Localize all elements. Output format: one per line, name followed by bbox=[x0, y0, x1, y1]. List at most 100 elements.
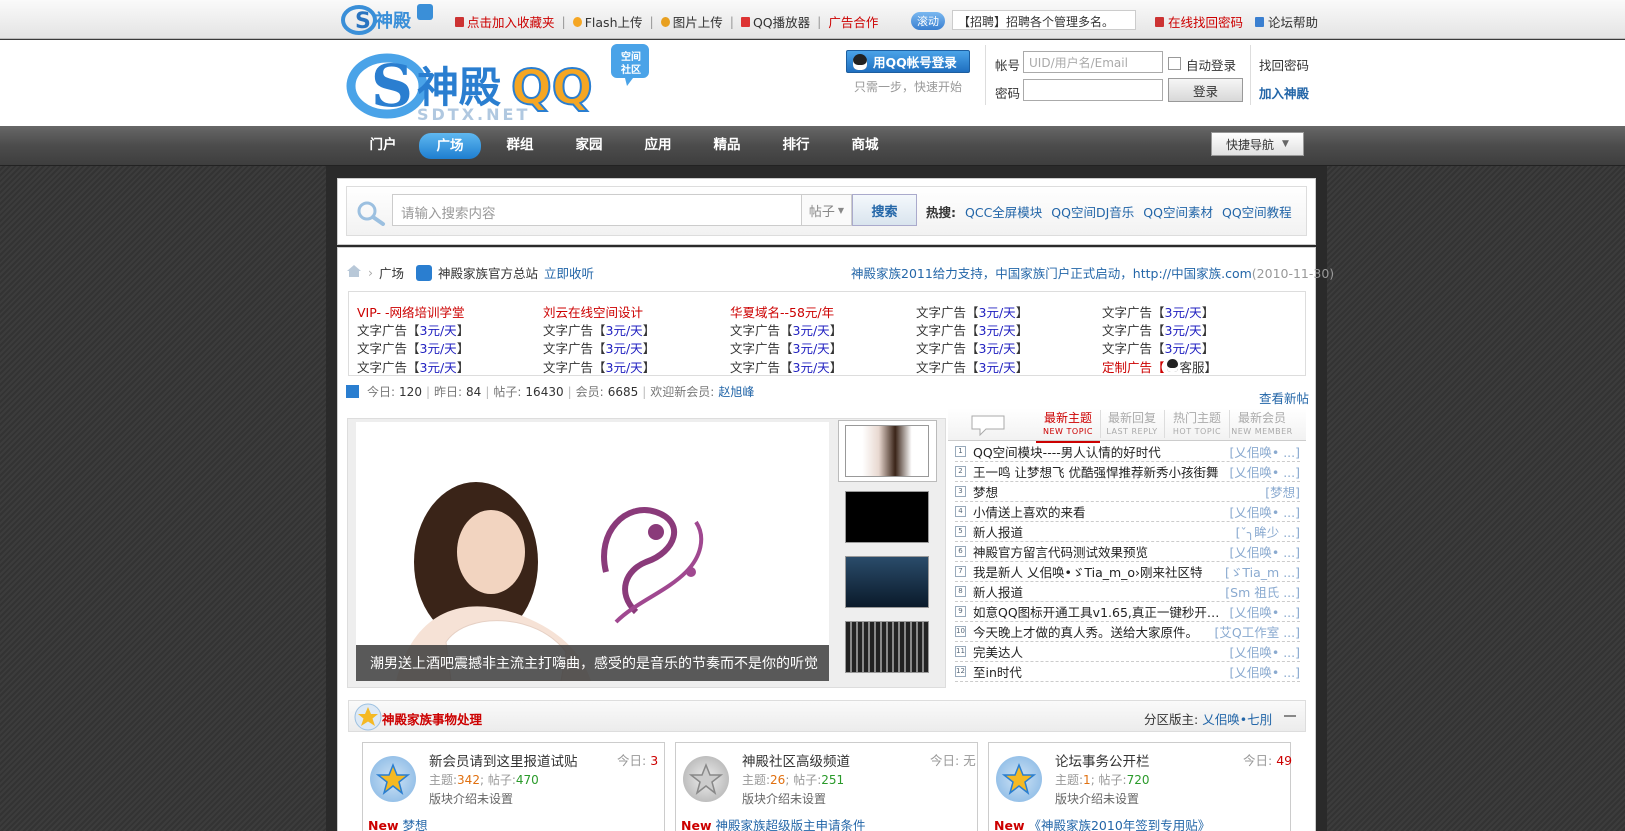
nav-item-square[interactable]: 广场 bbox=[419, 133, 481, 159]
hot-word[interactable]: QQ空间素材 bbox=[1143, 202, 1213, 221]
text-ad-link[interactable]: 文字广告【3元/天】 bbox=[730, 338, 842, 357]
text-ad-link[interactable]: 文字广告【3元/天】 bbox=[1102, 302, 1214, 321]
topic-row[interactable]: 3 梦想 [梦想] bbox=[955, 482, 1300, 502]
login-button[interactable]: 登录 bbox=[1168, 78, 1243, 102]
home-icon[interactable] bbox=[346, 264, 362, 281]
search-input[interactable]: 请输入搜索内容 bbox=[392, 194, 802, 226]
topic-row[interactable]: 4 小倩送上喜欢的来看 [乂佀唤• ...] bbox=[955, 502, 1300, 522]
view-new-posts-link[interactable]: 查看新帖 bbox=[1259, 388, 1309, 407]
text-ad-link[interactable]: 文字广告【3元/天】 bbox=[357, 357, 469, 376]
text-ad-link[interactable]: 文字广告【3元/天】 bbox=[357, 338, 469, 357]
text-ad-link[interactable]: 文字广告【3元/天】 bbox=[543, 320, 655, 339]
topic-row[interactable]: 7 我是新人 乂佀唤•ゞTia_m_o›刚来社区特 [ゞTia_m ...] bbox=[955, 562, 1300, 582]
topic-tab[interactable]: 最新主题 NEW TOPIC bbox=[1036, 412, 1100, 443]
text-ad-link[interactable]: 文字广告【3元/天】 bbox=[1102, 320, 1214, 339]
topic-author[interactable]: [梦想] bbox=[1265, 482, 1300, 501]
collect-link[interactable]: 立即收听 bbox=[544, 263, 594, 282]
nav-item-featured[interactable]: 精品 bbox=[697, 126, 757, 164]
forum-name[interactable]: 论坛事务公开栏 bbox=[1055, 750, 1150, 770]
nav-item-groups[interactable]: 群组 bbox=[490, 126, 550, 164]
hot-word[interactable]: QCC全屏模块 bbox=[965, 202, 1042, 221]
topic-author[interactable]: [乂佀唤• ...] bbox=[1229, 542, 1300, 561]
slide-thumb[interactable] bbox=[845, 425, 929, 477]
text-ad-link[interactable]: 文字广告【3元/天】 bbox=[1102, 338, 1214, 357]
forum-icon[interactable] bbox=[683, 756, 729, 802]
topic-title[interactable]: QQ空间模块----男人认情的好时代 bbox=[973, 442, 1223, 461]
topic-author[interactable]: [乂佀唤• ...] bbox=[1229, 502, 1300, 521]
topic-title[interactable]: 新人报道 bbox=[973, 582, 1219, 601]
topic-title[interactable]: 今天晚上才做的真人秀。送给大家原件。 bbox=[973, 622, 1209, 641]
slide-thumb[interactable] bbox=[845, 621, 929, 673]
password-input[interactable] bbox=[1023, 79, 1163, 101]
quick-nav-button[interactable]: 快捷导航 ▼ bbox=[1211, 132, 1304, 156]
text-ad-link[interactable]: 文字广告【3元/天】 bbox=[357, 320, 469, 339]
slide-thumb[interactable] bbox=[845, 491, 929, 543]
site-logo[interactable]: S 神殿 QQ SDTX.NET 空间 社区 bbox=[345, 40, 665, 124]
slide-image[interactable] bbox=[356, 422, 829, 681]
hot-word[interactable]: QQ空间DJ音乐 bbox=[1051, 202, 1134, 221]
topic-author[interactable]: [乂佀唤• ...] bbox=[1229, 462, 1300, 481]
search-button[interactable]: 搜索 bbox=[852, 194, 917, 226]
forum-last-post[interactable]: New 神殿家族超级版主申请条件 bbox=[681, 815, 866, 831]
small-logo[interactable]: S 神殿 bbox=[341, 2, 441, 36]
topic-row[interactable]: 6 神殿官方留言代码测试效果预览 [乂佀唤• ...] bbox=[955, 542, 1300, 562]
newest-member-link[interactable]: 赵旭峰 bbox=[718, 383, 754, 400]
hot-word[interactable]: QQ空间教程 bbox=[1222, 202, 1292, 221]
text-ad-link[interactable]: 文字广告【3元/天】 bbox=[543, 357, 655, 376]
topic-row[interactable]: 12 至in时代 [乂佀唤• ...] bbox=[955, 662, 1300, 682]
topic-author[interactable]: [乂佀唤• ...] bbox=[1229, 662, 1300, 681]
topic-row[interactable]: 11 完美达人 [乂佀唤• ...] bbox=[955, 642, 1300, 662]
topic-tab[interactable]: 最新回复 LAST REPLY bbox=[1100, 412, 1164, 438]
text-ad-link[interactable]: 文字广告【3元/天】 bbox=[916, 357, 1028, 376]
topic-title[interactable]: 小倩送上喜欢的来看 bbox=[973, 502, 1223, 521]
ad-link[interactable]: 华夏域名--58元/年 bbox=[730, 302, 834, 321]
nav-item-mall[interactable]: 商城 bbox=[835, 126, 895, 164]
custom-ad-link[interactable]: 定制广告【 客服】 bbox=[1102, 357, 1217, 376]
forum-help-link[interactable]: 论坛帮助 bbox=[1255, 12, 1318, 31]
topic-author[interactable]: [乂佀唤• ...] bbox=[1229, 602, 1300, 621]
topic-title[interactable]: 神殿官方留言代码测试效果预览 bbox=[973, 542, 1223, 561]
text-ad-link[interactable]: 文字广告【3元/天】 bbox=[730, 320, 842, 339]
minus-icon[interactable] bbox=[1284, 715, 1296, 717]
topic-row[interactable]: 10 今天晚上才做的真人秀。送给大家原件。 [艾Q工作室 ...] bbox=[955, 622, 1300, 642]
topic-tab[interactable]: 热门主题 HOT TOPIC bbox=[1165, 412, 1229, 438]
find-password-link[interactable]: 在线找回密码 bbox=[1155, 12, 1243, 31]
ad-cooperation-link[interactable]: 广告合作 bbox=[828, 12, 878, 31]
text-ad-link[interactable]: 文字广告【3元/天】 bbox=[543, 338, 655, 357]
text-ad-link[interactable]: 文字广告【3元/天】 bbox=[916, 338, 1028, 357]
topic-row[interactable]: 5 新人报道 [ˇ╮眸少 ...] bbox=[955, 522, 1300, 542]
topic-author[interactable]: [乂佀唤• ...] bbox=[1229, 642, 1300, 661]
topic-tab[interactable]: 最新会员 NEW MEMBER bbox=[1230, 412, 1294, 438]
qq-login-button[interactable]: 用QQ帐号登录 bbox=[846, 50, 970, 73]
ad-link[interactable]: VIP- -网络培训学堂 bbox=[357, 302, 465, 321]
flash-upload-link[interactable]: Flash上传 bbox=[572, 12, 643, 31]
qq-player-link[interactable]: QQ播放器 bbox=[740, 12, 810, 31]
forum-last-post[interactable]: New 《神殿家族2010年签到专用贴》 bbox=[994, 815, 1210, 831]
image-upload-link[interactable]: 图片上传 bbox=[660, 12, 723, 31]
bookmark-link[interactable]: 点击加入收藏夹 bbox=[455, 12, 555, 31]
slide-thumb[interactable] bbox=[845, 556, 929, 608]
topic-title[interactable]: 梦想 bbox=[973, 482, 1259, 501]
text-ad-link[interactable]: 文字广告【3元/天】 bbox=[916, 320, 1028, 339]
topic-row[interactable]: 9 如意QQ图标开通工具v1.65,真正一键秒开钻石 ... [乂佀唤• ...] bbox=[955, 602, 1300, 622]
announcement[interactable]: 神殿家族2011给力支持，中国家族门户正式启动，http://中国家族.com(… bbox=[851, 263, 1334, 282]
forum-name[interactable]: 新会员请到这里报道试贴 bbox=[429, 750, 578, 770]
nav-item-portal[interactable]: 门户 bbox=[353, 126, 413, 164]
topic-row[interactable]: 2 王一鸣 让梦想飞 优酷强悍推荐新秀小孩街舞 [乂佀唤• ...] bbox=[955, 462, 1300, 482]
forum-name[interactable]: 神殿社区高级频道 bbox=[742, 750, 850, 770]
ad-link[interactable]: 刘云在线空间设计 bbox=[543, 302, 643, 321]
text-ad-link[interactable]: 文字广告【3元/天】 bbox=[916, 302, 1028, 321]
topic-title[interactable]: 新人报道 bbox=[973, 522, 1230, 541]
account-input[interactable]: UID/用户名/Email bbox=[1023, 51, 1163, 73]
retrieve-password-link[interactable]: 找回密码 bbox=[1259, 55, 1309, 74]
topic-author[interactable]: [乂佀唤• ...] bbox=[1229, 442, 1300, 461]
auto-login-checkbox[interactable] bbox=[1168, 57, 1181, 70]
nav-item-apps[interactable]: 应用 bbox=[628, 126, 688, 164]
moderator-link[interactable]: 乂佀唤•七刖 bbox=[1202, 712, 1272, 727]
topic-author[interactable]: [ˇ╮眸少 ...] bbox=[1236, 522, 1300, 541]
topic-title[interactable]: 如意QQ图标开通工具v1.65,真正一键秒开钻石 ... bbox=[973, 602, 1223, 621]
search-type-select[interactable]: 帖子 ▼ bbox=[802, 194, 852, 226]
topic-author[interactable]: [艾Q工作室 ...] bbox=[1215, 622, 1301, 641]
forum-last-post[interactable]: New 梦想 bbox=[368, 815, 428, 831]
topic-title[interactable]: 王一鸣 让梦想飞 优酷强悍推荐新秀小孩街舞 bbox=[973, 462, 1223, 481]
